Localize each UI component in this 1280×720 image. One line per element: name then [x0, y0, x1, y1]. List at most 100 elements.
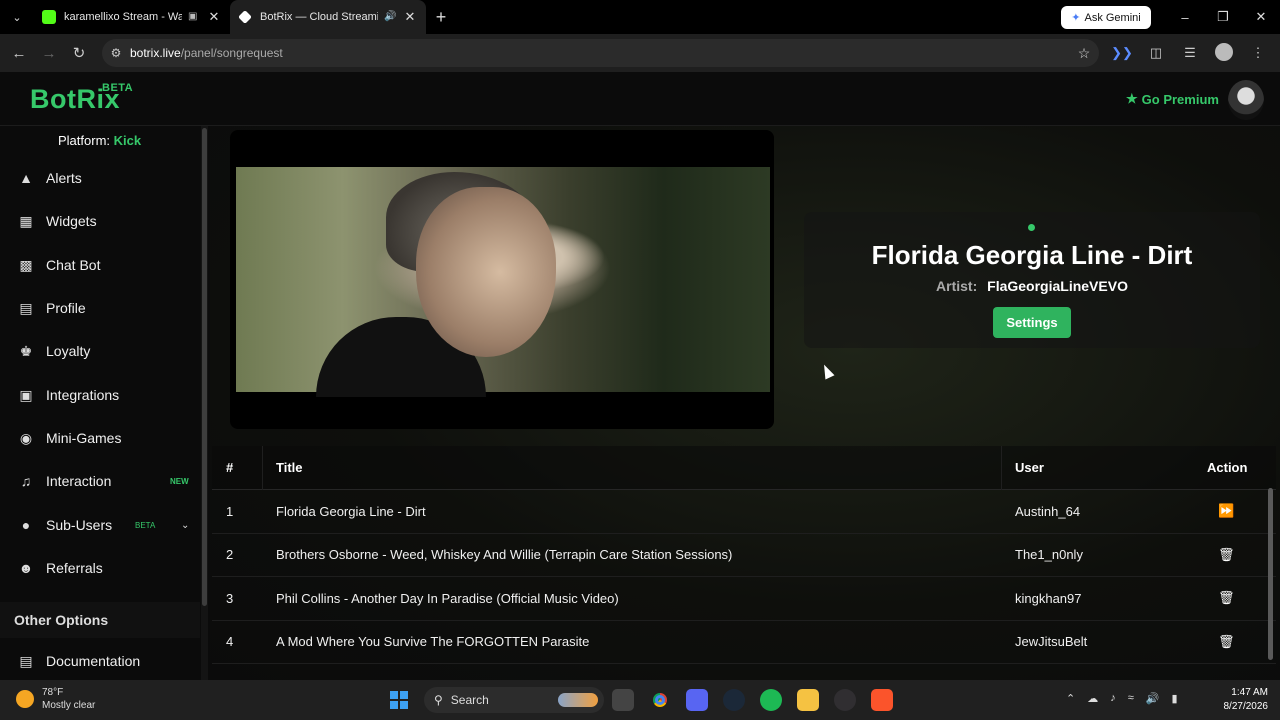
reload-button[interactable]: ↻ [64, 38, 94, 68]
sidebar-item-widgets[interactable]: ▦ Widgets [0, 203, 200, 239]
weather-temp: 78°F [42, 687, 64, 698]
sidebar-scroll-thumb[interactable] [202, 128, 207, 606]
cloud-icon[interactable]: ☁ [1087, 692, 1098, 705]
address-bar[interactable]: ⚙ botrix.live/panel/songrequest ☆ [102, 39, 1099, 67]
chevron-up-icon[interactable]: ⌃ [1066, 692, 1075, 705]
video-player[interactable] [230, 130, 774, 429]
sidebar-item-label: Loyalty [46, 343, 91, 359]
sidebar-item-label: Mini-Games [46, 430, 122, 446]
video-frame[interactable] [236, 167, 770, 397]
gemini-sparkle-icon: ✦ [1071, 12, 1081, 24]
platform-indicator: Platform: Kick [58, 133, 141, 148]
new-tab-button[interactable]: + [426, 7, 456, 28]
sidebar-scrollbar[interactable] [201, 126, 208, 680]
star-icon: ★ [1126, 91, 1138, 106]
header-divider [1001, 446, 1002, 490]
trash-icon[interactable]: 🗑 [1218, 590, 1235, 606]
tab-close-icon[interactable]: ✕ [402, 9, 418, 25]
forward-button[interactable]: → [34, 38, 64, 68]
song-request-panel: Florida Georgia Line - Dirt Artist: FlaG… [210, 126, 1280, 680]
sidebar-item-label: Alerts [46, 170, 82, 186]
header-title: Title [276, 460, 303, 475]
sidebar-item-sub-users[interactable]: ● Sub-Users BETA ⌄ [0, 507, 200, 543]
row-title: A Mod Where You Survive The FORGOTTEN Pa… [276, 634, 590, 650]
tab-title: BotRix — Cloud Streaming | [260, 11, 378, 23]
row-user: The1_n0nly [1015, 547, 1083, 563]
back-button[interactable]: ← [4, 38, 34, 68]
obs-app-icon[interactable] [834, 689, 856, 711]
tab-botrix[interactable]: BotRix — Cloud Streaming | 🔊 ✕ [230, 0, 426, 34]
search-highlight-icon [558, 693, 598, 707]
row-user: Austinh_64 [1015, 503, 1081, 519]
profile-avatar-icon[interactable] [1212, 42, 1236, 64]
minimize-button[interactable]: – [1166, 0, 1204, 34]
table-row: 4 A Mod Where You Survive The FORGOTTEN … [212, 621, 1276, 664]
now-playing-title: Florida Georgia Line - Dirt [871, 240, 1193, 270]
screen-share-icon: ▣ [188, 11, 198, 22]
media-controls-icon[interactable]: ☰ [1178, 45, 1202, 61]
sidebar-item-mini-games[interactable]: ◉ Mini-Games [0, 420, 200, 456]
speaker-icon[interactable]: 🔊 [384, 12, 396, 22]
wifi-icon[interactable]: ≈ [1128, 692, 1134, 705]
sidebar-item-referrals[interactable]: ☻ Referrals [0, 550, 200, 586]
sidebar-item-label: Chat Bot [46, 257, 101, 273]
row-title: Florida Georgia Line - Dirt [276, 503, 426, 519]
windows-taskbar: 78°F Mostly clear ⚲ Search ⌃ ☁ ♪ ≈ 🔊 ▮ 1… [0, 680, 1280, 720]
sidebar-item-alerts[interactable]: ▲ Alerts [0, 160, 200, 196]
song-queue-table: # Title User Action 1 Florida Georgia Li… [212, 446, 1276, 664]
botrix-logo[interactable]: BotRix BETA [30, 82, 133, 115]
folder-app-icon[interactable] [797, 689, 819, 711]
chevron-down-icon[interactable]: ⌄ [181, 520, 189, 531]
settings-button[interactable]: Settings [993, 307, 1071, 338]
weather-widget[interactable]: 78°F Mostly clear [16, 686, 95, 712]
sidebar-item-profile[interactable]: ▤ Profile [0, 290, 200, 326]
row-number: 4 [226, 634, 234, 650]
chrome-app-icon[interactable] [649, 689, 671, 711]
row-user: kingkhan97 [1015, 590, 1082, 606]
maximize-button[interactable]: ❐ [1204, 0, 1242, 34]
warning-icon: ▲ [19, 170, 33, 186]
trash-icon[interactable]: 🗑 [1218, 634, 1235, 650]
row-number: 2 [226, 547, 234, 563]
tab-karamellixo[interactable]: karamellixo Stream - Watch ▣ ✕ [34, 0, 230, 34]
microphone-icon[interactable]: ♪ [1110, 692, 1116, 705]
artist-value: FlaGeorgiaLineVEVO [987, 278, 1128, 294]
close-window-button[interactable]: ✕ [1242, 0, 1280, 34]
sidebar-item-chat-bot[interactable]: ▩ Chat Bot [0, 247, 200, 283]
browser-menu-icon[interactable]: ⋮ [1246, 45, 1270, 61]
tab-close-icon[interactable]: ✕ [206, 9, 222, 25]
main-scroll-thumb[interactable] [1268, 488, 1273, 660]
sidebar-item-loyalty[interactable]: ♚ Loyalty [0, 333, 200, 369]
windows-start-icon[interactable] [390, 691, 408, 709]
users-icon: ● [21, 517, 31, 533]
main-scrollbar[interactable] [1267, 488, 1275, 664]
weather-condition: Mostly clear [42, 700, 96, 711]
read-aloud-icon[interactable]: ❯❯ [1110, 45, 1134, 61]
trash-icon[interactable]: 🗑 [1218, 547, 1235, 563]
ask-gemini-button[interactable]: ✦ Ask Gemini [1061, 6, 1151, 29]
battery-icon[interactable]: ▮ [1171, 692, 1177, 705]
file-manager-app-icon[interactable] [612, 689, 634, 711]
steam-app-icon[interactable] [723, 689, 745, 711]
sidebar-item-integrations[interactable]: ▣ Integrations [0, 377, 200, 413]
table-row: 2 Brothers Osborne - Weed, Whiskey And W… [212, 534, 1276, 577]
taskbar-search[interactable]: ⚲ Search [424, 687, 604, 713]
bookmark-star-icon[interactable]: ☆ [1069, 45, 1099, 62]
go-premium-button[interactable]: ★ Go Premium [1126, 91, 1219, 107]
now-playing-artist: Artist: FlaGeorgiaLineVEVO [804, 278, 1260, 294]
extensions-icon[interactable]: ◫ [1144, 45, 1168, 61]
sidebar-item-documentation[interactable]: ▤ Documentation [0, 643, 200, 679]
header-user: User [1015, 460, 1044, 475]
user-avatar[interactable] [1228, 80, 1264, 120]
skip-forward-icon[interactable]: ⏩ [1218, 503, 1234, 519]
url-text[interactable]: botrix.live/panel/songrequest [130, 46, 1069, 60]
brave-app-icon[interactable] [871, 689, 893, 711]
taskbar-clock[interactable]: 1:47 AM 8/27/2026 [1212, 686, 1269, 714]
discord-app-icon[interactable] [686, 689, 708, 711]
site-settings-icon[interactable]: ⚙ [102, 46, 130, 60]
volume-icon[interactable]: 🔊 [1146, 692, 1160, 705]
sidebar-item-interaction[interactable]: ♫ Interaction NEW [0, 463, 200, 499]
tab-search-chevron-icon[interactable]: ⌄ [0, 0, 34, 34]
trophy-icon: ♚ [19, 342, 33, 359]
spotify-app-icon[interactable] [760, 689, 782, 711]
